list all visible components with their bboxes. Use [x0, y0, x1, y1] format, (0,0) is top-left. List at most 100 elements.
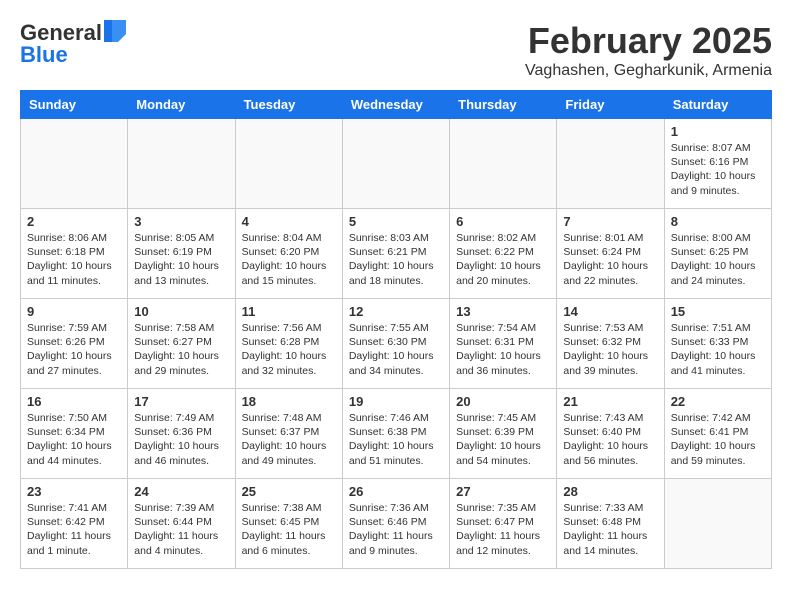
- calendar-day-cell: 9 Sunrise: 7:59 AM Sunset: 6:26 PM Daylig…: [21, 299, 128, 389]
- weekday-header: Saturday: [664, 91, 771, 119]
- day-number: 1: [671, 124, 765, 139]
- day-number: 19: [349, 394, 443, 409]
- title-block: February 2025 Vaghashen, Gegharkunik, Ar…: [525, 20, 772, 80]
- day-number: 6: [456, 214, 550, 229]
- calendar-day-cell: [128, 119, 235, 209]
- logo: General Blue: [20, 20, 126, 68]
- calendar-day-cell: 7 Sunrise: 8:01 AM Sunset: 6:24 PM Daylig…: [557, 209, 664, 299]
- day-number: 11: [242, 304, 336, 319]
- weekday-header: Monday: [128, 91, 235, 119]
- calendar-day-cell: 14 Sunrise: 7:53 AM Sunset: 6:32 PM Dayli…: [557, 299, 664, 389]
- day-info: Sunrise: 7:48 AM Sunset: 6:37 PM Dayligh…: [242, 411, 336, 468]
- day-info: Sunrise: 7:36 AM Sunset: 6:46 PM Dayligh…: [349, 501, 443, 558]
- day-info: Sunrise: 7:38 AM Sunset: 6:45 PM Dayligh…: [242, 501, 336, 558]
- calendar-day-cell: 1 Sunrise: 8:07 AM Sunset: 6:16 PM Daylig…: [664, 119, 771, 209]
- weekday-header: Tuesday: [235, 91, 342, 119]
- day-number: 12: [349, 304, 443, 319]
- day-info: Sunrise: 7:54 AM Sunset: 6:31 PM Dayligh…: [456, 321, 550, 378]
- day-number: 22: [671, 394, 765, 409]
- day-info: Sunrise: 7:39 AM Sunset: 6:44 PM Dayligh…: [134, 501, 228, 558]
- calendar-day-cell: 10 Sunrise: 7:58 AM Sunset: 6:27 PM Dayli…: [128, 299, 235, 389]
- day-info: Sunrise: 7:50 AM Sunset: 6:34 PM Dayligh…: [27, 411, 121, 468]
- calendar-week-row: 9 Sunrise: 7:59 AM Sunset: 6:26 PM Daylig…: [21, 299, 772, 389]
- day-info: Sunrise: 7:41 AM Sunset: 6:42 PM Dayligh…: [27, 501, 121, 558]
- calendar-day-cell: [557, 119, 664, 209]
- calendar-day-cell: [450, 119, 557, 209]
- day-info: Sunrise: 8:01 AM Sunset: 6:24 PM Dayligh…: [563, 231, 657, 288]
- calendar-day-cell: 15Sunrise: 7:51 AM Sunset: 6:33 PM Dayli…: [664, 299, 771, 389]
- calendar-week-row: 1 Sunrise: 8:07 AM Sunset: 6:16 PM Daylig…: [21, 119, 772, 209]
- day-number: 27: [456, 484, 550, 499]
- day-info: Sunrise: 8:04 AM Sunset: 6:20 PM Dayligh…: [242, 231, 336, 288]
- day-number: 15: [671, 304, 765, 319]
- day-info: Sunrise: 8:07 AM Sunset: 6:16 PM Dayligh…: [671, 141, 765, 198]
- day-number: 10: [134, 304, 228, 319]
- calendar-day-cell: 26 Sunrise: 7:36 AM Sunset: 6:46 PM Dayli…: [342, 479, 449, 569]
- day-info: Sunrise: 7:56 AM Sunset: 6:28 PM Dayligh…: [242, 321, 336, 378]
- day-info: Sunrise: 7:58 AM Sunset: 6:27 PM Dayligh…: [134, 321, 228, 378]
- day-number: 21: [563, 394, 657, 409]
- calendar-day-cell: 12 Sunrise: 7:55 AM Sunset: 6:30 PM Dayli…: [342, 299, 449, 389]
- calendar-day-cell: 2 Sunrise: 8:06 AM Sunset: 6:18 PM Daylig…: [21, 209, 128, 299]
- day-info: Sunrise: 7:33 AM Sunset: 6:48 PM Dayligh…: [563, 501, 657, 558]
- calendar-day-cell: [664, 479, 771, 569]
- day-number: 7: [563, 214, 657, 229]
- day-info: Sunrise: 8:02 AM Sunset: 6:22 PM Dayligh…: [456, 231, 550, 288]
- weekday-header: Sunday: [21, 91, 128, 119]
- day-number: 24: [134, 484, 228, 499]
- calendar-day-cell: 27Sunrise: 7:35 AM Sunset: 6:47 PM Dayli…: [450, 479, 557, 569]
- calendar-day-cell: 4 Sunrise: 8:04 AM Sunset: 6:20 PM Daylig…: [235, 209, 342, 299]
- day-info: Sunrise: 8:06 AM Sunset: 6:18 PM Dayligh…: [27, 231, 121, 288]
- day-number: 4: [242, 214, 336, 229]
- day-number: 18: [242, 394, 336, 409]
- calendar-day-cell: 23 Sunrise: 7:41 AM Sunset: 6:42 PM Dayli…: [21, 479, 128, 569]
- calendar-day-cell: 17Sunrise: 7:49 AM Sunset: 6:36 PM Dayli…: [128, 389, 235, 479]
- day-info: Sunrise: 7:55 AM Sunset: 6:30 PM Dayligh…: [349, 321, 443, 378]
- calendar-day-cell: 5 Sunrise: 8:03 AM Sunset: 6:21 PM Daylig…: [342, 209, 449, 299]
- calendar-day-cell: [21, 119, 128, 209]
- calendar-day-cell: 20Sunrise: 7:45 AM Sunset: 6:39 PM Dayli…: [450, 389, 557, 479]
- weekday-header-row: SundayMondayTuesdayWednesdayThursdayFrid…: [21, 91, 772, 119]
- calendar-day-cell: 22 Sunrise: 7:42 AM Sunset: 6:41 PM Dayli…: [664, 389, 771, 479]
- day-number: 9: [27, 304, 121, 319]
- calendar-day-cell: 24 Sunrise: 7:39 AM Sunset: 6:44 PM Dayli…: [128, 479, 235, 569]
- day-info: Sunrise: 8:03 AM Sunset: 6:21 PM Dayligh…: [349, 231, 443, 288]
- day-number: 23: [27, 484, 121, 499]
- calendar-day-cell: 19 Sunrise: 7:46 AM Sunset: 6:38 PM Dayli…: [342, 389, 449, 479]
- calendar-day-cell: 6 Sunrise: 8:02 AM Sunset: 6:22 PM Daylig…: [450, 209, 557, 299]
- calendar-day-cell: [235, 119, 342, 209]
- day-info: Sunrise: 8:05 AM Sunset: 6:19 PM Dayligh…: [134, 231, 228, 288]
- month-title: February 2025: [525, 20, 772, 62]
- logo-icon: [104, 20, 126, 42]
- calendar-day-cell: [342, 119, 449, 209]
- day-number: 3: [134, 214, 228, 229]
- calendar-week-row: 23 Sunrise: 7:41 AM Sunset: 6:42 PM Dayli…: [21, 479, 772, 569]
- day-info: Sunrise: 7:53 AM Sunset: 6:32 PM Dayligh…: [563, 321, 657, 378]
- calendar-day-cell: 3 Sunrise: 8:05 AM Sunset: 6:19 PM Daylig…: [128, 209, 235, 299]
- day-info: Sunrise: 7:42 AM Sunset: 6:41 PM Dayligh…: [671, 411, 765, 468]
- day-info: Sunrise: 7:46 AM Sunset: 6:38 PM Dayligh…: [349, 411, 443, 468]
- day-number: 8: [671, 214, 765, 229]
- day-info: Sunrise: 7:49 AM Sunset: 6:36 PM Dayligh…: [134, 411, 228, 468]
- day-number: 2: [27, 214, 121, 229]
- weekday-header: Wednesday: [342, 91, 449, 119]
- calendar-day-cell: 21 Sunrise: 7:43 AM Sunset: 6:40 PM Dayli…: [557, 389, 664, 479]
- day-info: Sunrise: 7:59 AM Sunset: 6:26 PM Dayligh…: [27, 321, 121, 378]
- day-info: Sunrise: 8:00 AM Sunset: 6:25 PM Dayligh…: [671, 231, 765, 288]
- calendar-day-cell: 13Sunrise: 7:54 AM Sunset: 6:31 PM Dayli…: [450, 299, 557, 389]
- day-number: 25: [242, 484, 336, 499]
- day-info: Sunrise: 7:43 AM Sunset: 6:40 PM Dayligh…: [563, 411, 657, 468]
- calendar-day-cell: 25 Sunrise: 7:38 AM Sunset: 6:45 PM Dayli…: [235, 479, 342, 569]
- weekday-header: Thursday: [450, 91, 557, 119]
- weekday-header: Friday: [557, 91, 664, 119]
- calendar-day-cell: 8 Sunrise: 8:00 AM Sunset: 6:25 PM Daylig…: [664, 209, 771, 299]
- calendar-day-cell: 18 Sunrise: 7:48 AM Sunset: 6:37 PM Dayli…: [235, 389, 342, 479]
- day-number: 26: [349, 484, 443, 499]
- day-number: 5: [349, 214, 443, 229]
- calendar-week-row: 2 Sunrise: 8:06 AM Sunset: 6:18 PM Daylig…: [21, 209, 772, 299]
- day-number: 14: [563, 304, 657, 319]
- calendar-day-cell: 16Sunrise: 7:50 AM Sunset: 6:34 PM Dayli…: [21, 389, 128, 479]
- day-number: 20: [456, 394, 550, 409]
- logo-blue-text: Blue: [20, 42, 68, 68]
- day-number: 28: [563, 484, 657, 499]
